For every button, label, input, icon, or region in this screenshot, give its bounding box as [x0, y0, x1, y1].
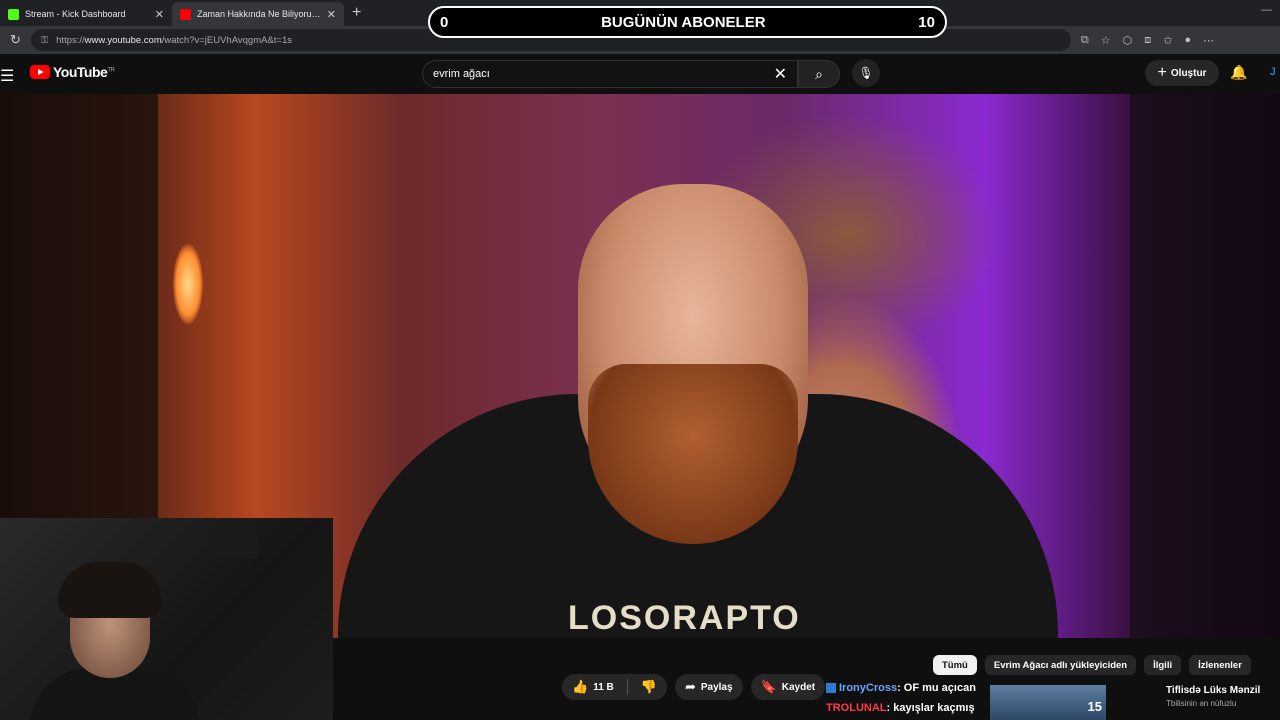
- dislike-icon[interactable]: 👎: [641, 679, 657, 695]
- tab-kick-dashboard[interactable]: Stream - Kick Dashboard ✕: [0, 2, 172, 26]
- recommendation-title: Tiflisdə Lüks Mənzil: [1166, 685, 1261, 696]
- share-label: Paylaş: [700, 681, 733, 693]
- recommendation-thumbnail[interactable]: 15: [990, 685, 1106, 720]
- site-info-icon[interactable]: ⚿: [41, 35, 48, 46]
- lamp-glow: [173, 244, 203, 324]
- share-icon: ➦: [684, 679, 696, 694]
- thumbnail-badge: 15: [1087, 699, 1102, 714]
- profile-avatar-icon[interactable]: ●: [1184, 34, 1191, 47]
- wall-poster: [214, 518, 258, 558]
- like-divider: [626, 679, 628, 695]
- shirt-print-text: LOSORAPTO: [568, 599, 801, 637]
- minimize-icon[interactable]: —: [1261, 4, 1272, 16]
- recommendation-filter-chips: Tümü Evrim Ağacı adlı yükleyiciden İlgil…: [933, 655, 1251, 675]
- video-action-bar: 👍 11 B 👎 ➦ Paylaş 🔖 Kaydet: [562, 674, 826, 700]
- streamer-hair: [58, 562, 162, 618]
- youtube-logo[interactable]: YouTubeTR: [30, 64, 115, 80]
- subscriber-start-count: 0: [440, 13, 449, 31]
- like-dislike-group: 👍 11 B 👎: [562, 674, 667, 700]
- youtube-header: ☰ YouTubeTR evrim ağacı ✕ ⌕ 🎙 + Oluştur …: [0, 54, 1280, 94]
- search-icon: ⌕: [815, 65, 823, 82]
- recommendation-item[interactable]: Tiflisdə Lüks Mənzil Tbilisinin ən nüfuz…: [1166, 685, 1280, 708]
- chat-username: TROLUNAL: [826, 702, 887, 714]
- youtube-play-icon: [30, 65, 50, 79]
- plus-icon: +: [1157, 64, 1167, 81]
- tab-title: Zaman Hakkında Ne Biliyoruz? - Yo: [197, 9, 321, 19]
- search-query: evrim ağacı: [433, 68, 490, 80]
- search-input[interactable]: evrim ağacı ✕: [422, 60, 798, 88]
- chat-message: TROLUNAL: kayışlar kaçmış: [826, 698, 976, 718]
- app-available-icon[interactable]: ⧉: [1081, 34, 1089, 47]
- bookmark-icon: 🔖: [760, 679, 777, 694]
- voice-search-button[interactable]: 🎙: [852, 59, 880, 87]
- video-side-bleed-right: [1130, 94, 1280, 638]
- tab-title: Stream - Kick Dashboard: [25, 9, 126, 19]
- more-menu-icon[interactable]: ⋯: [1203, 34, 1214, 47]
- subscriber-goal-title: BUGÜNÜN ABONELER: [601, 13, 766, 31]
- reload-icon[interactable]: ↻: [10, 32, 21, 48]
- like-count[interactable]: 11 B: [593, 682, 614, 693]
- youtube-wordmark: YouTubeTR: [53, 64, 115, 80]
- favorite-star-icon[interactable]: ☆: [1101, 34, 1111, 47]
- chip-all[interactable]: Tümü: [933, 655, 977, 675]
- create-label: Oluştur: [1170, 67, 1207, 79]
- recommendation-description: Tbilisinin ən nüfuzlu: [1166, 699, 1237, 708]
- chat-message: IronyCross: OF mu açıcan: [826, 678, 976, 698]
- chat-username: IronyCross: [839, 682, 898, 694]
- save-label: Kaydet: [781, 681, 816, 693]
- subscriber-goal-count: 10: [918, 13, 935, 31]
- collections-icon[interactable]: ✩: [1163, 34, 1172, 47]
- stream-chat-overlay: IronyCross: OF mu açıcan TROLUNAL: kayış…: [826, 678, 976, 718]
- like-icon[interactable]: 👍: [572, 679, 588, 695]
- streamer-webcam: [0, 518, 333, 720]
- subscriber-badge-icon: [826, 683, 836, 694]
- new-tab-icon[interactable]: +: [344, 4, 369, 26]
- chat-text: : OF mu açıcan: [897, 682, 976, 694]
- chip-related[interactable]: İlgili: [1144, 655, 1182, 675]
- subscriber-goal-overlay: 0 BUGÜNÜN ABONELER 10: [428, 6, 947, 38]
- youtube-favicon-icon: [180, 8, 191, 20]
- microphone-icon: 🎙: [858, 66, 874, 80]
- url-text: https://www.youtube.com/watch?v=jEUVhAvq…: [56, 34, 293, 46]
- tab-youtube-video[interactable]: Zaman Hakkında Ne Biliyoruz? - Yo ✕: [172, 2, 344, 26]
- clear-search-icon[interactable]: ✕: [774, 64, 787, 84]
- save-button[interactable]: 🔖 Kaydet: [750, 674, 826, 700]
- browser-toolbar-icons: ⧉ ☆ ⬡ ⧈ ✩ ● ⋯: [1081, 34, 1214, 47]
- chip-from-uploader[interactable]: Evrim Ağacı adlı yükleyiciden: [984, 655, 1137, 675]
- split-screen-icon[interactable]: ⧈: [1144, 34, 1151, 47]
- notifications-bell-icon[interactable]: 🔔: [1230, 64, 1247, 81]
- create-button[interactable]: + Oluştur: [1145, 60, 1219, 86]
- menu-icon[interactable]: ☰: [0, 66, 14, 86]
- chat-text: : kayışlar kaçmış: [886, 702, 975, 714]
- window-controls: —: [1261, 4, 1272, 16]
- close-tab-icon[interactable]: ✕: [155, 8, 164, 21]
- search-button[interactable]: ⌕: [798, 60, 840, 88]
- share-button[interactable]: ➦ Paylaş: [674, 674, 743, 700]
- kick-favicon-icon: [8, 8, 19, 20]
- close-tab-icon[interactable]: ✕: [327, 8, 336, 21]
- account-avatar[interactable]: J: [1270, 66, 1276, 78]
- extensions-icon[interactable]: ⬡: [1123, 34, 1133, 47]
- chip-watched[interactable]: İzlenenler: [1189, 655, 1251, 675]
